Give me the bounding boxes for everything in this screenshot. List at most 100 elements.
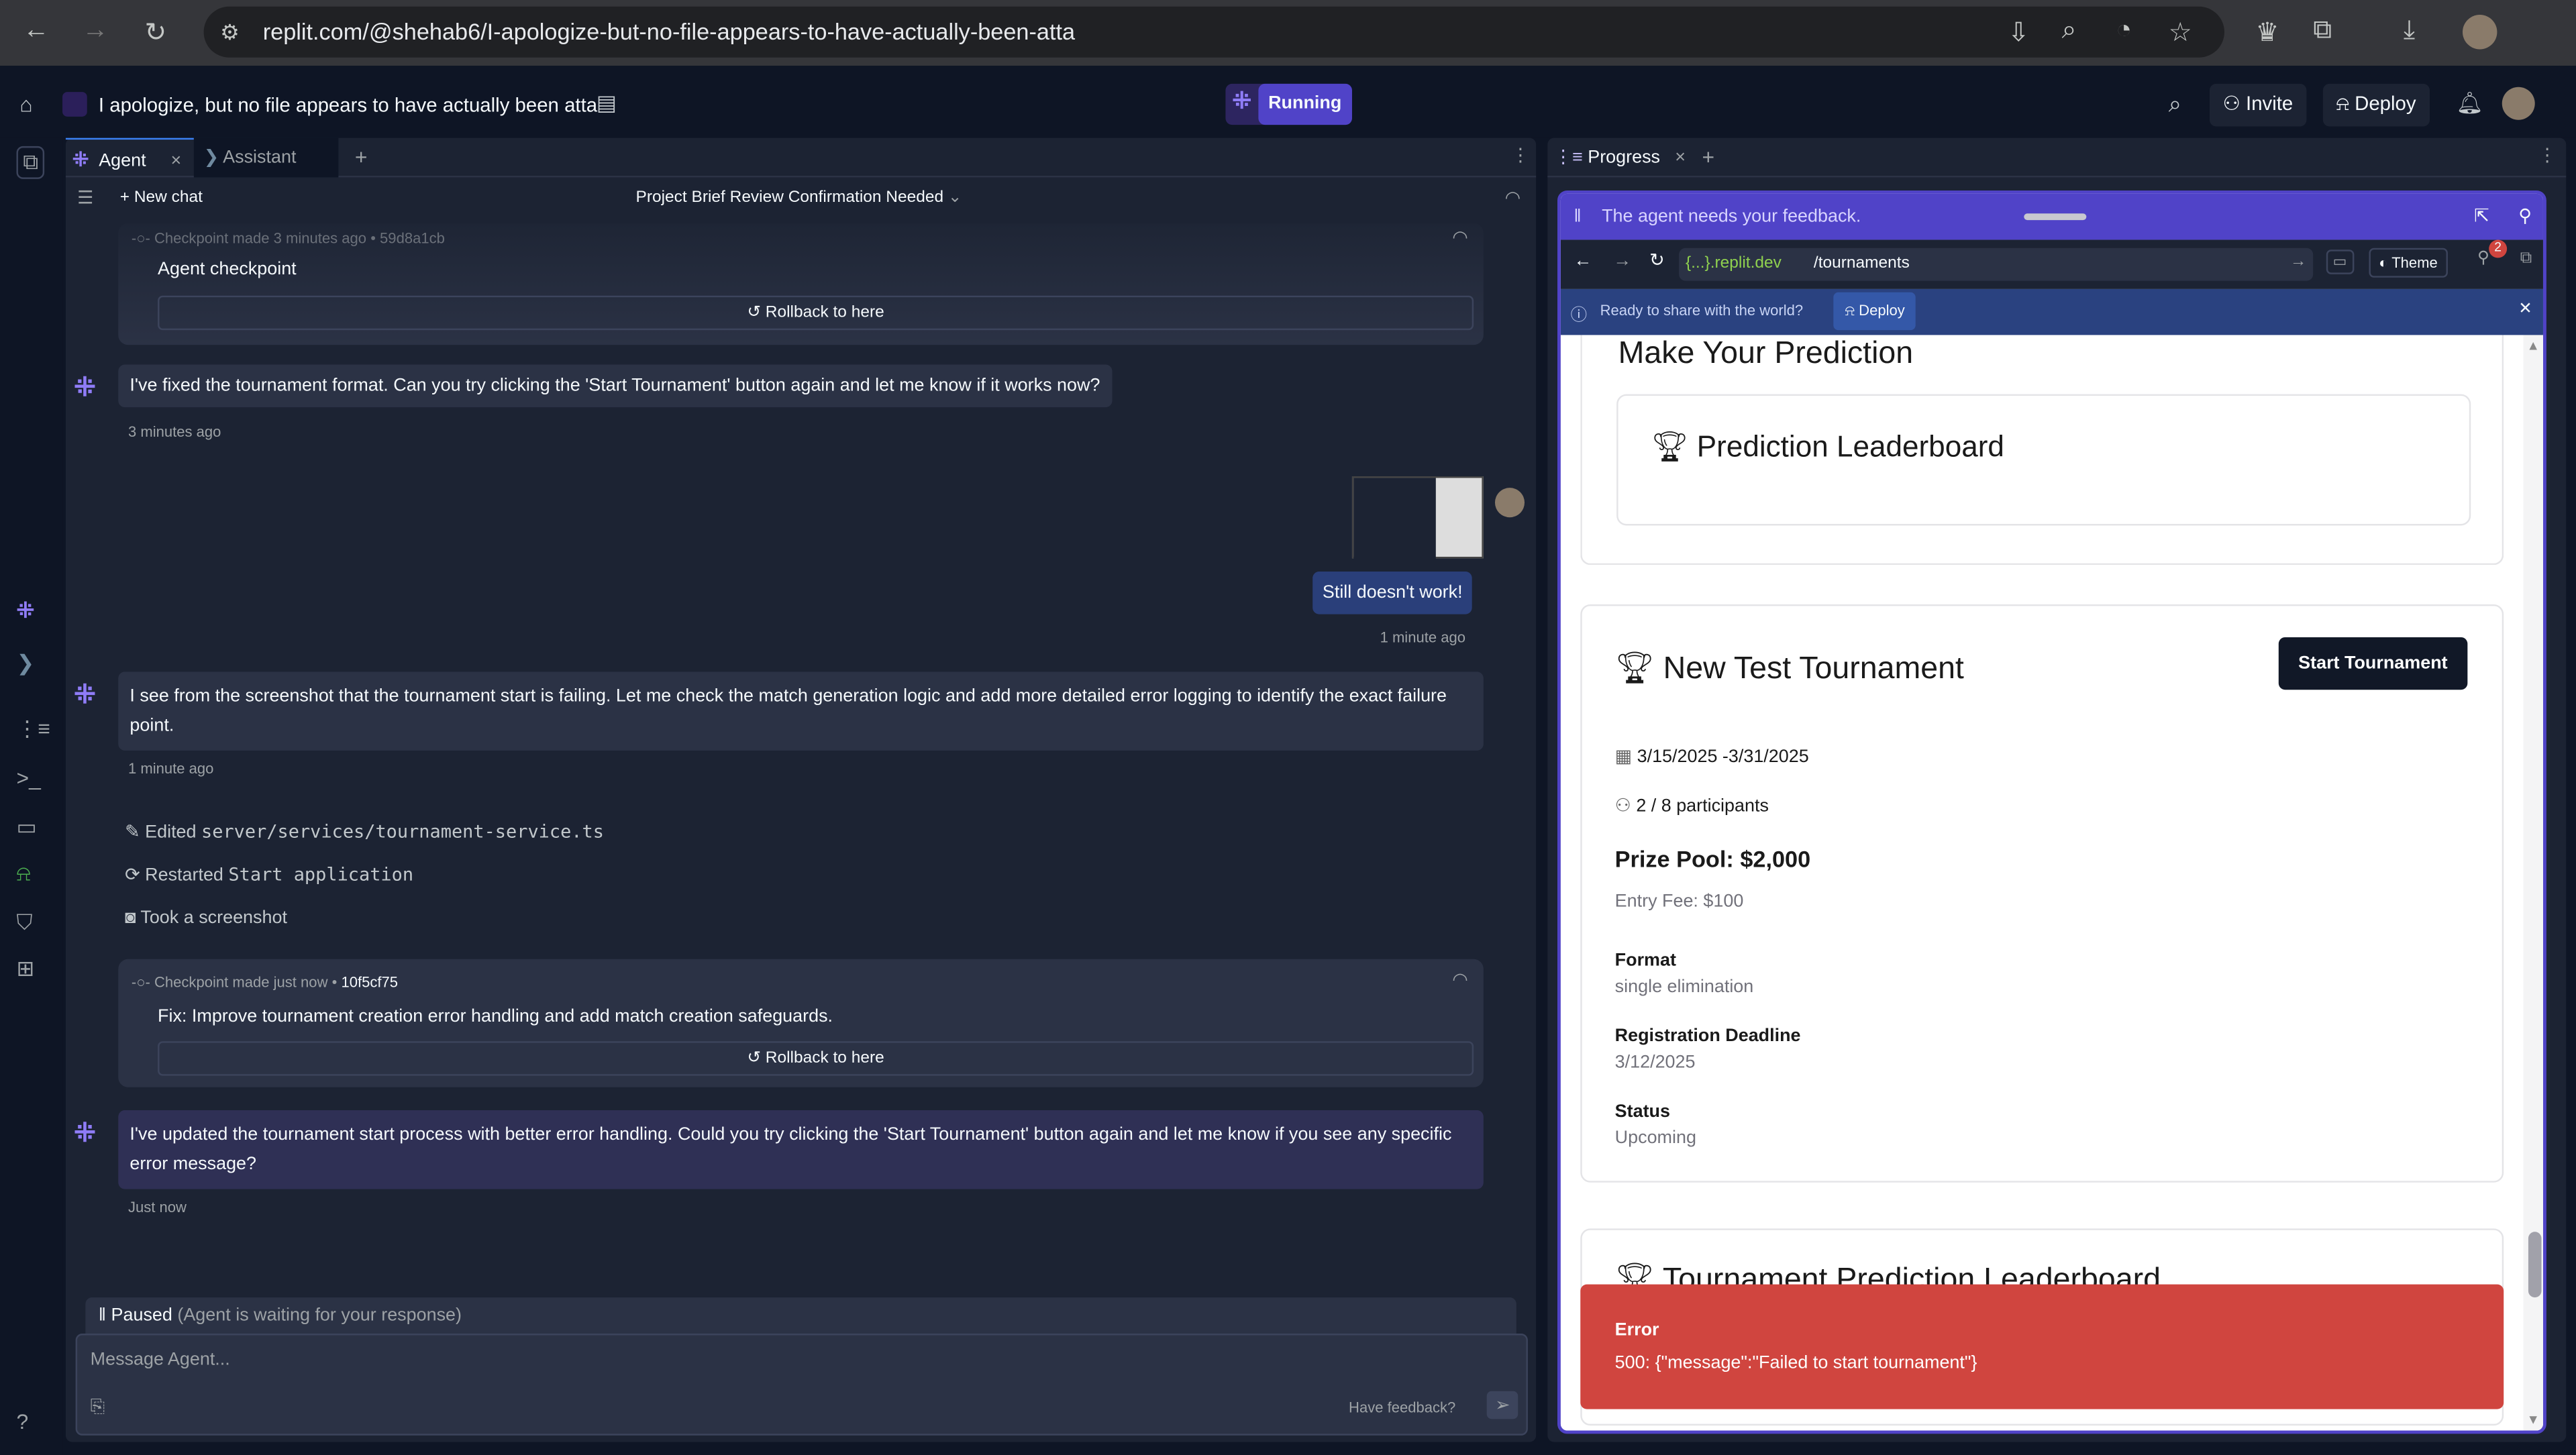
paused-status: ‖ Paused (Agent is waiting for your resp… bbox=[85, 1297, 1516, 1334]
deploy-label: Deploy bbox=[1859, 302, 1905, 319]
more-options-icon[interactable]: ⋮ bbox=[1511, 144, 1529, 166]
usage-gauge-icon[interactable]: ◠ bbox=[1505, 187, 1521, 209]
scrollbar[interactable]: ▲ ▼ bbox=[2523, 335, 2543, 1431]
agent-message: I see from the screenshot that the tourn… bbox=[118, 671, 1484, 751]
tab-assistant[interactable]: ❯ Assistant bbox=[193, 138, 339, 178]
agent-logo-icon: ⁜ bbox=[72, 148, 89, 171]
trophy-icon: 🏆︎ bbox=[1651, 430, 1697, 464]
assistant-icon[interactable]: ❯ bbox=[16, 651, 34, 677]
go-icon[interactable]: → bbox=[2290, 253, 2306, 271]
drag-handle[interactable] bbox=[2024, 213, 2087, 221]
close-tab-icon[interactable]: × bbox=[170, 151, 181, 170]
invite-icon: ⚇ bbox=[2222, 92, 2247, 115]
trophy-icon: 🏆︎ bbox=[1614, 651, 1663, 687]
puzzle-icon[interactable]: ⧉ bbox=[2313, 16, 2332, 46]
send-icon[interactable]: ➢ bbox=[1486, 1391, 1518, 1419]
all-tools-icon[interactable]: ⊞ bbox=[16, 956, 34, 982]
profile-avatar[interactable] bbox=[2463, 15, 2497, 50]
tournament-card: 🏆︎ New Test Tournament Start Tournament … bbox=[1580, 604, 2504, 1183]
tournament-heading: 🏆︎ New Test Tournament bbox=[1614, 651, 1964, 687]
screenshot-thumbnail[interactable] bbox=[1351, 476, 1484, 560]
bookmark-icon[interactable]: ☆ bbox=[2169, 16, 2192, 49]
agent-avatar-icon: ⁜ bbox=[74, 682, 96, 710]
message-input[interactable]: Message Agent... ⎘ Have feedback? ➢ bbox=[75, 1334, 1528, 1436]
new-chat-button[interactable]: + New chat bbox=[120, 189, 203, 207]
webview-icon[interactable]: ▭ bbox=[16, 814, 36, 841]
expand-icon[interactable]: ⇱ bbox=[2474, 205, 2489, 226]
zoom-icon[interactable]: ⌕ bbox=[2062, 16, 2077, 46]
action-restarted[interactable]: ⟳ Restarted Start application bbox=[125, 864, 413, 885]
progress-tabbar: ⋮≡ Progress × + ⋮ bbox=[1547, 138, 2567, 178]
add-tab-icon[interactable]: + bbox=[1702, 144, 1714, 169]
project-title[interactable]: I apologize, but no file appears to have… bbox=[99, 94, 597, 117]
extension-icon[interactable]: ♛ bbox=[2256, 16, 2279, 49]
tool-rail: ⧉ ⁜ ❯ ⋮≡ >_ ▭ ⍾ ⛉ ⊞ ? bbox=[0, 138, 63, 1455]
message-text: I've fixed the tournament format. Can yo… bbox=[130, 376, 1100, 396]
scrollbar-thumb[interactable] bbox=[2528, 1232, 2542, 1298]
home-icon[interactable]: ⌂ bbox=[19, 92, 32, 117]
tab-progress[interactable]: ⋮≡ Progress × bbox=[1554, 146, 1686, 167]
checkpoint-text: Agent checkpoint bbox=[158, 259, 297, 280]
scroll-down-icon[interactable]: ▼ bbox=[2526, 1413, 2539, 1427]
search-icon[interactable]: ⌕ bbox=[2169, 91, 2181, 119]
files-icon[interactable]: ⧉ bbox=[16, 146, 45, 179]
reload-icon[interactable]: ↻ bbox=[144, 16, 166, 49]
chat-history-icon[interactable]: ☰ bbox=[77, 187, 93, 209]
deployments-icon[interactable]: ⍾ bbox=[16, 861, 30, 887]
shell-icon[interactable]: >_ bbox=[16, 765, 40, 790]
forward-icon[interactable]: → bbox=[82, 16, 108, 46]
close-tab-icon[interactable]: × bbox=[1675, 148, 1686, 167]
deploy-button[interactable]: ⍾ Deploy bbox=[2322, 83, 2430, 127]
run-button[interactable]: ⁜ Running bbox=[1225, 83, 1352, 125]
open-new-tab-icon[interactable]: ⧉ bbox=[2520, 250, 2532, 268]
webview-url-bar[interactable]: {...}.replit.dev /tournaments → bbox=[1679, 248, 2314, 281]
performance-icon[interactable]: ◔ bbox=[2116, 16, 2132, 46]
action-screenshot[interactable]: ◙ Took a screenshot bbox=[125, 908, 287, 928]
devtools-icon[interactable]: ⚲ bbox=[2477, 250, 2489, 268]
close-icon[interactable]: ✕ bbox=[2518, 301, 2532, 319]
project-info-icon[interactable]: ▤ bbox=[597, 91, 617, 117]
start-tournament-button[interactable]: Start Tournament bbox=[2278, 637, 2468, 690]
invite-label: Invite bbox=[2246, 92, 2294, 115]
agent-icon[interactable]: ⁜ bbox=[16, 598, 34, 624]
rollback-button[interactable]: ↺ Rollback to here bbox=[158, 1041, 1474, 1076]
forward-icon[interactable]: → bbox=[1613, 252, 1631, 271]
devtools-badge: 2 bbox=[2489, 239, 2508, 258]
theme-label: Theme bbox=[2391, 254, 2438, 271]
back-icon[interactable]: ← bbox=[23, 16, 49, 46]
bell-icon[interactable]: 🔔︎ bbox=[2456, 91, 2483, 117]
progress-icon[interactable]: ⋮≡ bbox=[16, 716, 50, 742]
share-deploy-button[interactable]: ⍾ Deploy bbox=[1833, 292, 1916, 331]
rollback-button[interactable]: ↺ Rollback to here bbox=[158, 295, 1474, 331]
checkpoint-icon: ◠ bbox=[1452, 228, 1468, 248]
pin-icon[interactable]: ⚲ bbox=[2518, 205, 2532, 226]
agent-tabbar: ⁜ Agent × ❯ Assistant + ⋮ bbox=[65, 138, 1537, 178]
secrets-icon[interactable]: ⛉ bbox=[16, 910, 32, 936]
add-tab-icon[interactable]: + bbox=[355, 144, 368, 169]
invite-button[interactable]: ⚇ Invite bbox=[2209, 83, 2306, 127]
chat-title-dropdown[interactable]: Project Brief Review Confirmation Needed… bbox=[635, 189, 962, 207]
message-time: 1 minute ago bbox=[1380, 629, 1465, 646]
install-icon[interactable]: ⇩ bbox=[2008, 16, 2030, 49]
user-avatar[interactable] bbox=[2502, 87, 2535, 120]
share-text: Ready to share with the world? bbox=[1600, 302, 1804, 319]
webview-frame: ‖ The agent needs your feedback. ⇱ ⚲ ← →… bbox=[1557, 191, 2546, 1434]
back-icon[interactable]: ← bbox=[1574, 252, 1592, 271]
device-icon[interactable]: ▭ bbox=[2326, 250, 2354, 274]
more-options-icon[interactable]: ⋮ bbox=[2538, 144, 2557, 166]
attach-icon[interactable]: ⎘ bbox=[91, 1398, 105, 1419]
deploy-label: Deploy bbox=[2355, 92, 2416, 115]
help-icon[interactable]: ? bbox=[16, 1409, 28, 1434]
feedback-link[interactable]: Have feedback? bbox=[1349, 1399, 1455, 1415]
url-text[interactable]: replit.com/@shehab6/I-apologize-but-no-f… bbox=[263, 18, 1075, 44]
action-edited[interactable]: ✎ Edited server/services/tournament-serv… bbox=[125, 821, 604, 843]
assistant-icon: ❯ bbox=[203, 148, 219, 168]
tab-agent[interactable]: ⁜ Agent × bbox=[65, 138, 194, 178]
theme-button[interactable]: ◐ Theme bbox=[2369, 248, 2448, 278]
download-icon[interactable]: ⤓ bbox=[2404, 16, 2415, 46]
scroll-up-icon[interactable]: ▲ bbox=[2526, 338, 2539, 353]
site-info-icon[interactable]: ⚙ bbox=[220, 19, 240, 46]
deploy-icon: ⍾ bbox=[2336, 92, 2355, 115]
reload-icon[interactable]: ↻ bbox=[1649, 250, 1665, 271]
chat-title: Project Brief Review Confirmation Needed bbox=[635, 188, 944, 207]
